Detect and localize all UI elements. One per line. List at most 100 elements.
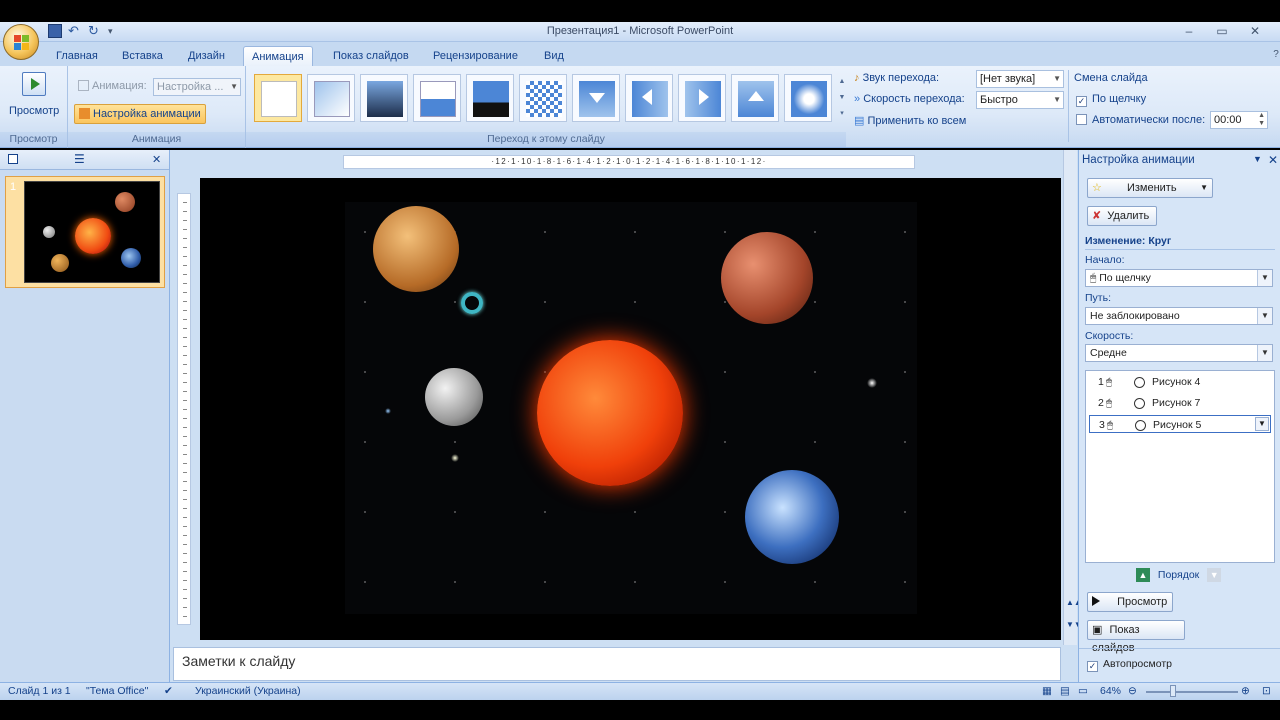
tab-slideshow[interactable]: Показ слайдов	[325, 46, 417, 66]
animation-label: Анимация:	[78, 80, 147, 92]
slides-tab-icon[interactable]	[8, 154, 18, 164]
mars-image[interactable]	[721, 232, 813, 324]
preview-icon[interactable]	[22, 72, 46, 96]
animation-item[interactable]: 1 🖱 Рисунок 4	[1089, 373, 1271, 391]
spellcheck-icon[interactable]: ✔	[164, 685, 173, 697]
transition-sound-label: ♪ Звук перехода:	[854, 72, 940, 84]
move-up-icon[interactable]: ▲	[1136, 568, 1150, 582]
auto-after-checkbox[interactable]: Автоматически после:	[1076, 114, 1205, 126]
transition-cut-black[interactable]	[466, 74, 514, 122]
move-down-icon[interactable]: ▼	[1207, 568, 1222, 582]
zoom-slider-thumb[interactable]	[1170, 685, 1176, 697]
close-icon[interactable]: ✕	[1241, 22, 1269, 40]
sound-icon: ♪	[854, 72, 863, 84]
change-effect-button[interactable]: ☆ Изменить ▼	[1087, 178, 1213, 198]
venus-image[interactable]	[373, 206, 459, 292]
motion-path-circle[interactable]	[461, 292, 483, 314]
tab-home[interactable]: Главная	[48, 46, 106, 66]
path-label: Путь:	[1085, 292, 1111, 304]
zoom-in-icon[interactable]: ⊕	[1241, 685, 1250, 697]
sun-image[interactable]	[537, 340, 683, 486]
speed-combo[interactable]: Средне ▼	[1085, 344, 1273, 362]
custom-animation-pane: Настройка анимации ▼ ✕ ☆ Изменить ▼ ✘ Уд…	[1078, 150, 1280, 682]
vertical-scrollbar[interactable]: ▲▲ ▼▼	[1063, 150, 1082, 645]
office-button[interactable]	[3, 24, 39, 60]
slide-number: 1	[10, 181, 17, 193]
tab-animation[interactable]: Анимация	[243, 46, 313, 66]
tab-review[interactable]: Рецензирование	[425, 46, 526, 66]
delete-effect-button[interactable]: ✘ Удалить	[1087, 206, 1157, 226]
zoom-level[interactable]: 64%	[1100, 685, 1121, 697]
pane-menu-icon[interactable]: ▼	[1253, 154, 1262, 164]
earth-image[interactable]	[745, 470, 839, 564]
tab-view[interactable]: Вид	[536, 46, 572, 66]
transition-cut[interactable]	[413, 74, 461, 122]
transition-wipe-right[interactable]	[678, 74, 726, 122]
outline-tab-icon[interactable]: ☰	[74, 152, 85, 166]
screen-border	[0, 700, 1280, 720]
zoom-slider[interactable]	[1146, 691, 1238, 693]
group-label-preview: Просмотр	[0, 132, 67, 147]
autopreview-checkbox[interactable]: ✓ Автопросмотр	[1087, 658, 1172, 672]
slideshow-view-icon[interactable]: ▭	[1078, 685, 1088, 697]
moon-image[interactable]	[425, 368, 483, 426]
transition-dissolve[interactable]	[519, 74, 567, 122]
slide-counter: Слайд 1 из 1	[8, 685, 71, 697]
ribbon: Просмотр Просмотр Анимация: Настройка ..…	[0, 66, 1280, 148]
item-dropdown-icon[interactable]: ▼	[1255, 417, 1269, 431]
start-label: Начало:	[1085, 254, 1125, 266]
transition-speed-combo[interactable]: Быстро ▼	[976, 91, 1064, 109]
transition-wipe-down[interactable]	[572, 74, 620, 122]
theme-name[interactable]: "Тема Office"	[86, 685, 148, 697]
gallery-scroll[interactable]: ▲ ▼ ▾	[836, 74, 848, 122]
slide-thumbnail-image	[24, 181, 160, 283]
star-blue	[385, 408, 391, 414]
minimize-icon[interactable]: –	[1175, 22, 1203, 40]
help-icon[interactable]: ?	[1262, 46, 1280, 64]
slideshow-icon: ▣	[1092, 624, 1103, 636]
mouse-click-icon: 🖱	[1106, 398, 1112, 409]
maximize-icon[interactable]: ▭	[1208, 22, 1236, 40]
transition-box-out[interactable]	[784, 74, 832, 122]
fit-to-window-icon[interactable]: ⊡	[1262, 685, 1271, 697]
notes-field[interactable]: Заметки к слайду	[173, 647, 1061, 681]
group-label-transition: Переход к этому слайду	[246, 132, 846, 147]
preview-button[interactable]: Просмотр	[9, 105, 59, 117]
play-button[interactable]: Просмотр	[1087, 592, 1173, 612]
animation-item[interactable]: 2 🖱 Рисунок 7	[1089, 394, 1271, 412]
starfield-image[interactable]	[345, 202, 917, 614]
custom-animation-button[interactable]: Настройка анимации	[74, 104, 206, 124]
slide-thumbnail[interactable]: 1	[5, 176, 165, 288]
close-pane-icon[interactable]: ✕	[152, 153, 161, 166]
tab-insert[interactable]: Вставка	[114, 46, 171, 66]
transition-fade-black[interactable]	[360, 74, 408, 122]
path-combo[interactable]: Не заблокировано ▼	[1085, 307, 1273, 325]
auto-after-time[interactable]: 00:00 ▲ ▼	[1210, 111, 1268, 129]
group-animation: Анимация: Настройка ... ▼ Настройка анима…	[68, 66, 246, 148]
zoom-out-icon[interactable]: ⊖	[1128, 685, 1137, 697]
start-combo[interactable]: 🖱 По щелчку ▼	[1085, 269, 1273, 287]
pane-close-icon[interactable]: ✕	[1268, 153, 1278, 167]
animation-item-selected[interactable]: 3 🖱 Рисунок 5 ▼	[1089, 415, 1271, 433]
transition-wipe-left[interactable]	[625, 74, 673, 122]
on-click-checkbox[interactable]: ✓ По щелчку	[1076, 93, 1146, 107]
tab-design[interactable]: Дизайн	[180, 46, 233, 66]
normal-view-icon[interactable]: ▦	[1042, 685, 1052, 697]
modify-effect-title: Изменение: Круг	[1085, 235, 1172, 247]
transition-wipe-up[interactable]	[731, 74, 779, 122]
circle-path-icon	[1134, 398, 1145, 409]
slideshow-button[interactable]: ▣ Показ слайдов	[1087, 620, 1185, 654]
language[interactable]: Украинский (Украина)	[195, 685, 301, 697]
transition-sound-combo[interactable]: [Нет звука] ▼	[976, 70, 1064, 88]
group-transition: ▲ ▼ ▾ ♪ Звук перехода: [Нет звука] ▼ » Скор…	[246, 66, 1268, 148]
mouse-click-icon: 🖱	[1106, 377, 1112, 388]
apply-to-all-button[interactable]: ▤ Применить ко всем	[854, 114, 966, 127]
animation-combo[interactable]: Настройка ... ▼	[153, 78, 241, 96]
speed-label: Скорость:	[1085, 330, 1134, 342]
animation-list[interactable]: 1 🖱 Рисунок 4 2 🖱 Рисунок 7 3 🖱 Рисунок 5 ▼	[1085, 370, 1275, 563]
speed-icon: »	[854, 93, 864, 105]
circle-path-icon	[1135, 420, 1146, 431]
transition-fade[interactable]	[307, 74, 355, 122]
transition-none[interactable]	[254, 74, 302, 122]
sorter-view-icon[interactable]: ▤	[1060, 685, 1070, 697]
